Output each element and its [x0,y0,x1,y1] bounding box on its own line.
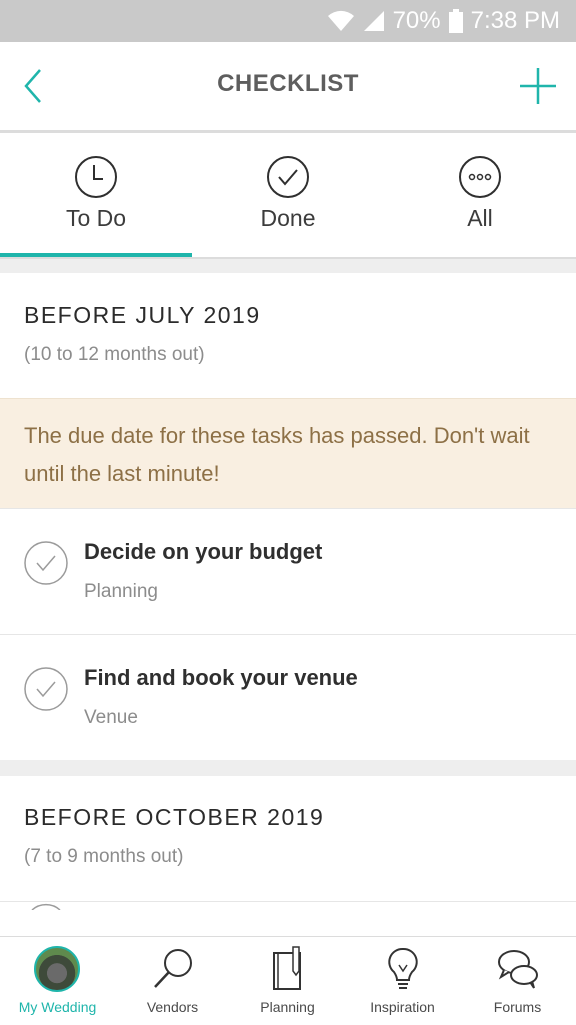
app-header: CHECKLIST [0,42,576,133]
more-circle-icon [459,156,501,198]
section-title: BEFORE JULY 2019 [24,302,261,328]
tab-done[interactable]: Done [192,133,384,257]
nav-label: Forums [493,999,542,1015]
section-subtitle: (7 to 9 months out) [24,846,184,867]
clock-time: 7:38 PM [470,7,560,34]
tab-all[interactable]: All [384,133,576,257]
tab-label: Done [260,205,316,231]
avatar [34,946,80,992]
complete-checkbox-icon[interactable] [24,667,68,711]
lightbulb-icon [388,947,418,989]
tab-label: All [467,205,493,231]
page-title: CHECKLIST [217,70,359,97]
task-name: Find and book your venue [84,665,358,690]
nav-label: Inspiration [370,999,435,1015]
nav-label: Planning [260,999,315,1015]
task-item[interactable] [0,901,576,937]
bottom-navigation: My Wedding Vendors Planning Inspiration [0,936,576,1025]
task-category: Venue [84,707,138,728]
task-category: Planning [84,581,158,602]
task-name: Decide on your budget [84,539,323,564]
complete-checkbox-icon[interactable] [24,541,68,585]
overdue-warning-banner: The due date for these tasks has passed.… [0,398,576,509]
tab-to-do[interactable]: To Do [0,133,192,257]
wifi-icon [327,10,354,31]
status-bar: 70% 7:38 PM [0,0,576,42]
clock-icon [75,156,117,198]
search-icon [154,949,192,988]
tab-label: To Do [65,205,127,231]
battery-icon [448,9,463,33]
nav-planning[interactable]: Planning [230,937,345,1025]
nav-label: Vendors [146,999,199,1015]
checkmark-circle-icon [267,156,309,198]
status-bar-right: 70% 7:38 PM [327,0,560,42]
add-icon[interactable] [518,66,558,106]
section-title: BEFORE OCTOBER 2019 [24,804,325,830]
active-tab-indicator [0,253,192,257]
notebook-icon [273,946,301,990]
nav-my-wedding[interactable]: My Wedding [0,937,115,1025]
nav-inspiration[interactable]: Inspiration [345,937,460,1025]
nav-vendors[interactable]: Vendors [115,937,230,1025]
section-subtitle: (10 to 12 months out) [24,344,205,365]
checklist-tabs: To Do Done All [0,133,576,259]
task-item[interactable]: Find and book your venue Venue [0,634,576,760]
warning-text: The due date for these tasks has passed.… [24,423,530,486]
section-divider [0,259,576,273]
battery-percent: 70% [392,7,441,34]
nav-label: My Wedding [18,999,97,1015]
task-item[interactable]: Decide on your budget Planning [0,508,576,634]
section-divider [0,760,576,776]
complete-checkbox-icon [31,903,61,910]
signal-icon [363,11,384,31]
nav-forums[interactable]: Forums [460,937,575,1025]
chat-bubbles-icon [498,950,538,989]
